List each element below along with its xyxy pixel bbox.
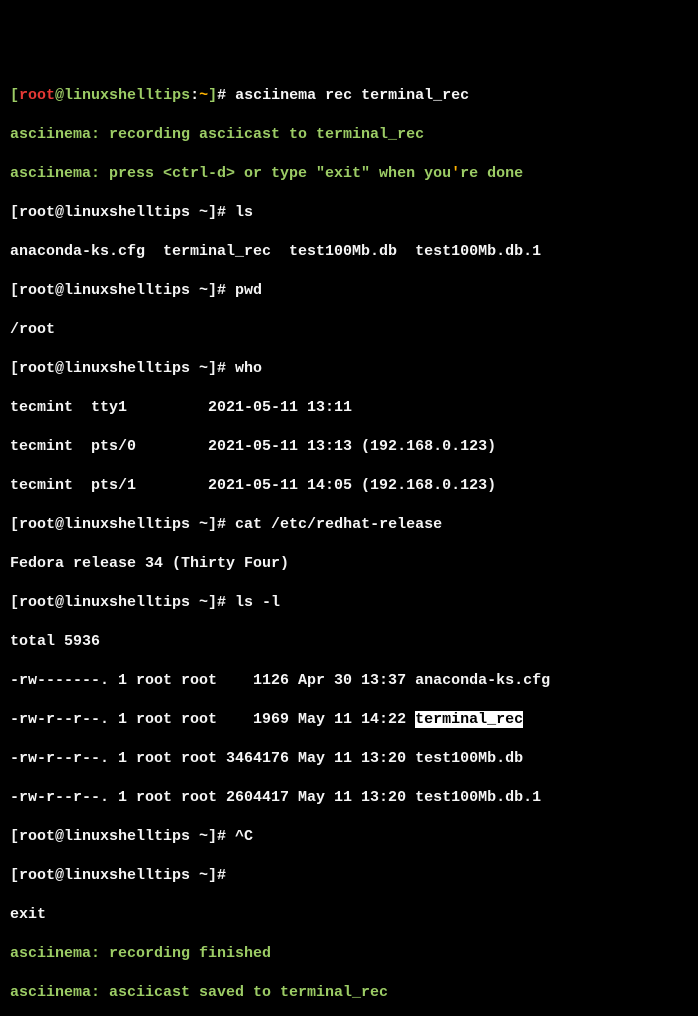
highlighted-filename: terminal_rec [415, 711, 523, 728]
asciinema-msg-saved: asciinema: asciicast saved to terminal_r… [10, 983, 688, 1003]
ls-output: anaconda-ks.cfg terminal_rec test100Mb.d… [10, 242, 688, 262]
prompt-line-3: [root@linuxshelltips ~]# pwd [10, 281, 688, 301]
command-ctrl-c: ^C [235, 828, 253, 845]
asciinema-msg-instructions: asciinema: press <ctrl-d> or type "exit"… [10, 164, 688, 184]
command-ls: ls [235, 204, 253, 221]
command-who: who [235, 360, 262, 377]
pwd-output: /root [10, 320, 688, 340]
who-output-1: tecmint tty1 2021-05-11 13:11 [10, 398, 688, 418]
command-cat: cat /etc/redhat-release [235, 516, 442, 533]
prompt-line-7: [root@linuxshelltips ~]# ^C [10, 827, 688, 847]
asciinema-msg-finished: asciinema: recording finished [10, 944, 688, 964]
prompt-line-5: [root@linuxshelltips ~]# cat /etc/redhat… [10, 515, 688, 535]
exit-command: exit [10, 905, 688, 925]
prompt-line-8: [root@linuxshelltips ~]# [10, 866, 688, 886]
asciinema-msg-recording: asciinema: recording asciicast to termin… [10, 125, 688, 145]
prompt-line-2: [root@linuxshelltips ~]# ls [10, 203, 688, 223]
prompt-line-6: [root@linuxshelltips ~]# ls -l [10, 593, 688, 613]
lsl-row-3: -rw-r--r--. 1 root root 3464176 May 11 1… [10, 749, 688, 769]
prompt-line-1: [root@linuxshelltips:~]# asciinema rec t… [10, 86, 688, 106]
lsl-total: total 5936 [10, 632, 688, 652]
lsl-row-2: -rw-r--r--. 1 root root 1969 May 11 14:2… [10, 710, 688, 730]
command-pwd: pwd [235, 282, 262, 299]
command-ls-l: ls -l [235, 594, 280, 611]
cat-output: Fedora release 34 (Thirty Four) [10, 554, 688, 574]
command-asciinema-rec: asciinema rec terminal_rec [235, 87, 469, 104]
who-output-2: tecmint pts/0 2021-05-11 13:13 (192.168.… [10, 437, 688, 457]
who-output-3: tecmint pts/1 2021-05-11 14:05 (192.168.… [10, 476, 688, 496]
lsl-row-1: -rw-------. 1 root root 1126 Apr 30 13:3… [10, 671, 688, 691]
prompt-line-4: [root@linuxshelltips ~]# who [10, 359, 688, 379]
lsl-row-4: -rw-r--r--. 1 root root 2604417 May 11 1… [10, 788, 688, 808]
